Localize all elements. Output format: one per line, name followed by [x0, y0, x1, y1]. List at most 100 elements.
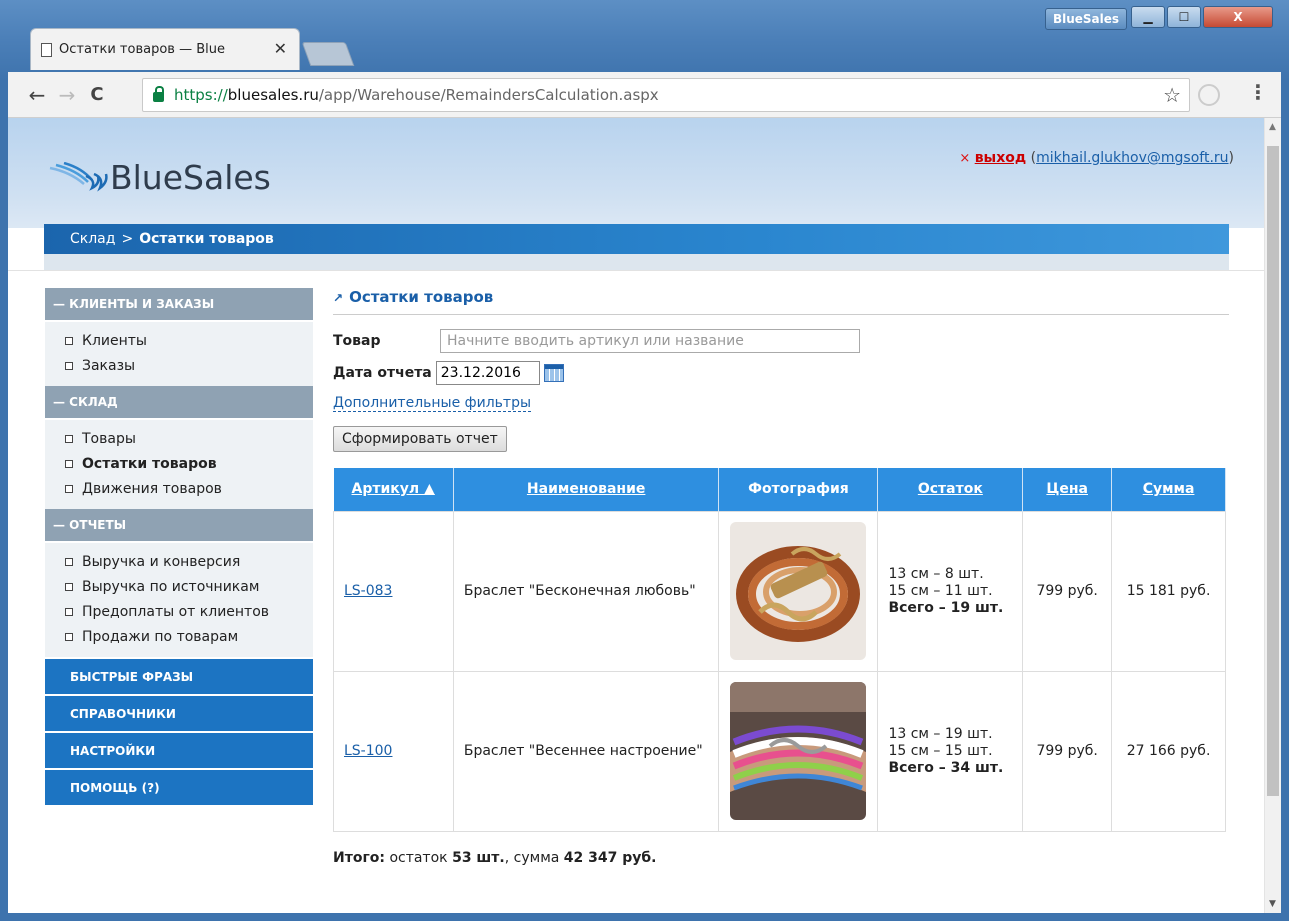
tab-close-icon[interactable]: ✕: [274, 39, 287, 58]
breadcrumb-sub-band: [44, 254, 1229, 270]
stock-size-line: 13 см – 19 шт.: [888, 725, 993, 742]
report-date-input[interactable]: [435, 361, 540, 385]
stock-total: Всего – 19 шт.: [888, 599, 1004, 616]
logout-link[interactable]: выход: [975, 150, 1026, 166]
sidebar-item-sales-by-product[interactable]: Продажи по товарам: [65, 624, 313, 649]
url-host: bluesales.ru: [227, 86, 319, 104]
user-email-link[interactable]: mikhail.glukhov@mgsoft.ru: [1036, 150, 1228, 166]
sidebar-item-products[interactable]: Товары: [65, 426, 313, 451]
new-tab-button[interactable]: [301, 42, 355, 66]
sidebar-section-clients-orders[interactable]: — КЛИЕНТЫ И ЗАКАЗЫ: [45, 288, 313, 322]
bookmark-star-icon[interactable]: ☆: [1163, 83, 1181, 107]
header-divider: [8, 270, 1264, 271]
stock-size-line: 15 см – 15 шт.: [888, 742, 993, 759]
product-search-input[interactable]: [440, 329, 860, 353]
extension-icon[interactable]: [1198, 84, 1220, 106]
sidebar-item-label: Остатки товаров: [82, 455, 217, 472]
sidebar-item-label: Товары: [82, 430, 136, 447]
url-protocol: https://: [174, 86, 228, 104]
cell-name: Браслет "Бесконечная любовь": [452, 510, 720, 672]
scroll-thumb[interactable]: [1267, 146, 1279, 796]
maximize-button[interactable]: ☐: [1167, 6, 1201, 28]
col-price-label[interactable]: Цена: [1046, 481, 1088, 497]
product-label: Товар: [333, 333, 381, 349]
stock-report-table: Артикул ▲ Наименование Фотография Остато…: [333, 468, 1226, 832]
cell-stock: 13 см – 19 шт. 15 см – 15 шт. Всего – 34…: [877, 670, 1024, 832]
stock-size-line: 15 см – 11 шт.: [888, 582, 993, 599]
vertical-scrollbar[interactable]: ▲ ▼: [1264, 118, 1281, 913]
back-icon[interactable]: ←: [22, 83, 52, 107]
tab-active[interactable]: Остатки товаров — Blue ✕: [30, 28, 300, 70]
forward-icon[interactable]: →: [52, 83, 82, 107]
col-header-price[interactable]: Цена: [1022, 468, 1113, 511]
profile-badge[interactable]: BlueSales: [1045, 8, 1127, 30]
col-name-label[interactable]: Наименование: [527, 481, 646, 497]
col-stock-label[interactable]: Остаток: [918, 481, 983, 497]
col-sum-label[interactable]: Сумма: [1143, 481, 1195, 497]
sidebar-item-label: Клиенты: [82, 332, 147, 349]
sidebar-section-warehouse[interactable]: — СКЛАД: [45, 386, 313, 420]
bracelet-colorful-photo[interactable]: [730, 682, 867, 820]
bracelet-brown-image: [730, 522, 867, 660]
bullet-icon: [65, 434, 73, 443]
sidebar-item-label: Выручка и конверсия: [82, 553, 241, 570]
col-sku-label[interactable]: Артикул ▲: [352, 481, 435, 497]
sidebar-link-help[interactable]: ПОМОЩЬ (?): [45, 770, 313, 805]
close-window-button[interactable]: X: [1203, 6, 1273, 28]
generate-report-button[interactable]: Сформировать отчет: [333, 426, 507, 452]
sidebar-item-stock-remainders[interactable]: Остатки товаров: [65, 451, 313, 476]
sku-link[interactable]: LS-100: [344, 743, 392, 759]
sidebar-item-orders[interactable]: Заказы: [65, 353, 313, 378]
sidebar-item-label: Заказы: [82, 357, 136, 374]
sidebar-item-revenue-sources[interactable]: Выручка по источникам: [65, 574, 313, 599]
col-header-sum[interactable]: Сумма: [1111, 468, 1226, 511]
minimize-button[interactable]: ▁: [1131, 6, 1165, 28]
bullet-icon: [65, 607, 73, 616]
sidebar-link-directories[interactable]: СПРАВОЧНИКИ: [45, 696, 313, 731]
sidebar-item-revenue-conversion[interactable]: Выручка и конверсия: [65, 549, 313, 574]
bullet-icon: [65, 582, 73, 591]
bracelet-brown-photo[interactable]: [730, 522, 867, 660]
table-row: LS-100 Браслет "Весеннее настроение" 13 …: [333, 670, 1226, 832]
logo-text: BlueSales: [110, 158, 271, 197]
cell-stock: 13 см – 8 шт. 15 см – 11 шт. Всего – 19 …: [877, 510, 1024, 672]
col-header-stock[interactable]: Остаток: [877, 468, 1024, 511]
sidebar-link-settings[interactable]: НАСТРОЙКИ: [45, 733, 313, 768]
cell-price: 799 руб.: [1022, 670, 1113, 832]
totals-summary: Итого: остаток 53 шт., сумма 42 347 руб.: [333, 850, 1229, 866]
address-bar[interactable]: https://bluesales.ru/app/Warehouse/Remai…: [142, 78, 1190, 112]
col-header-sku[interactable]: Артикул ▲: [333, 468, 454, 511]
url-path: /app/Warehouse/RemaindersCalculation.asp…: [318, 86, 659, 104]
additional-filters-link[interactable]: Дополнительные фильтры: [333, 395, 532, 412]
logout-x-icon: ×: [959, 151, 971, 166]
page-content: BlueSales × выход (mikhail.glukhov@mgsof…: [8, 118, 1264, 913]
sku-link[interactable]: LS-083: [344, 583, 392, 599]
bluesales-logo[interactable]: BlueSales: [48, 158, 271, 197]
title-arrow-icon: ↗: [333, 291, 344, 305]
cell-sku: LS-083: [333, 510, 454, 672]
reload-icon[interactable]: C: [82, 84, 112, 105]
tab-title: Остатки товаров — Blue: [59, 42, 225, 57]
breadcrumb-parent[interactable]: Склад: [70, 231, 115, 247]
bullet-icon: [65, 632, 73, 641]
totals-label: Итого:: [333, 849, 385, 866]
bullet-icon: [65, 557, 73, 566]
sidebar-section-reports[interactable]: — ОТЧЕТЫ: [45, 509, 313, 543]
browser-menu-icon[interactable]: ⋮: [1248, 80, 1268, 104]
browser-toolbar: ← → C https://bluesales.ru/app/Warehouse…: [8, 72, 1281, 118]
calendar-icon[interactable]: [543, 364, 564, 382]
sidebar-list-reports: Выручка и конверсия Выручка по источника…: [45, 543, 313, 657]
scroll-up-icon[interactable]: ▲: [1269, 122, 1276, 132]
cell-name: Браслет "Весеннее настроение": [452, 670, 720, 832]
sidebar-item-prepayments[interactable]: Предоплаты от клиентов: [65, 599, 313, 624]
cell-sum: 27 166 руб.: [1111, 670, 1226, 832]
col-header-photo: Фотография: [718, 468, 879, 511]
date-label: Дата отчета: [333, 365, 432, 381]
sidebar-item-stock-movements[interactable]: Движения товаров: [65, 476, 313, 501]
col-header-name[interactable]: Наименование: [453, 468, 720, 511]
page-viewport: BlueSales × выход (mikhail.glukhov@mgsof…: [8, 118, 1281, 913]
sidebar-item-clients[interactable]: Клиенты: [65, 328, 313, 353]
scroll-down-icon[interactable]: ▼: [1269, 899, 1276, 909]
sidebar-link-quick-phrases[interactable]: БЫСТРЫЕ ФРАЗЫ: [45, 659, 313, 694]
cell-sku: LS-100: [333, 670, 454, 832]
